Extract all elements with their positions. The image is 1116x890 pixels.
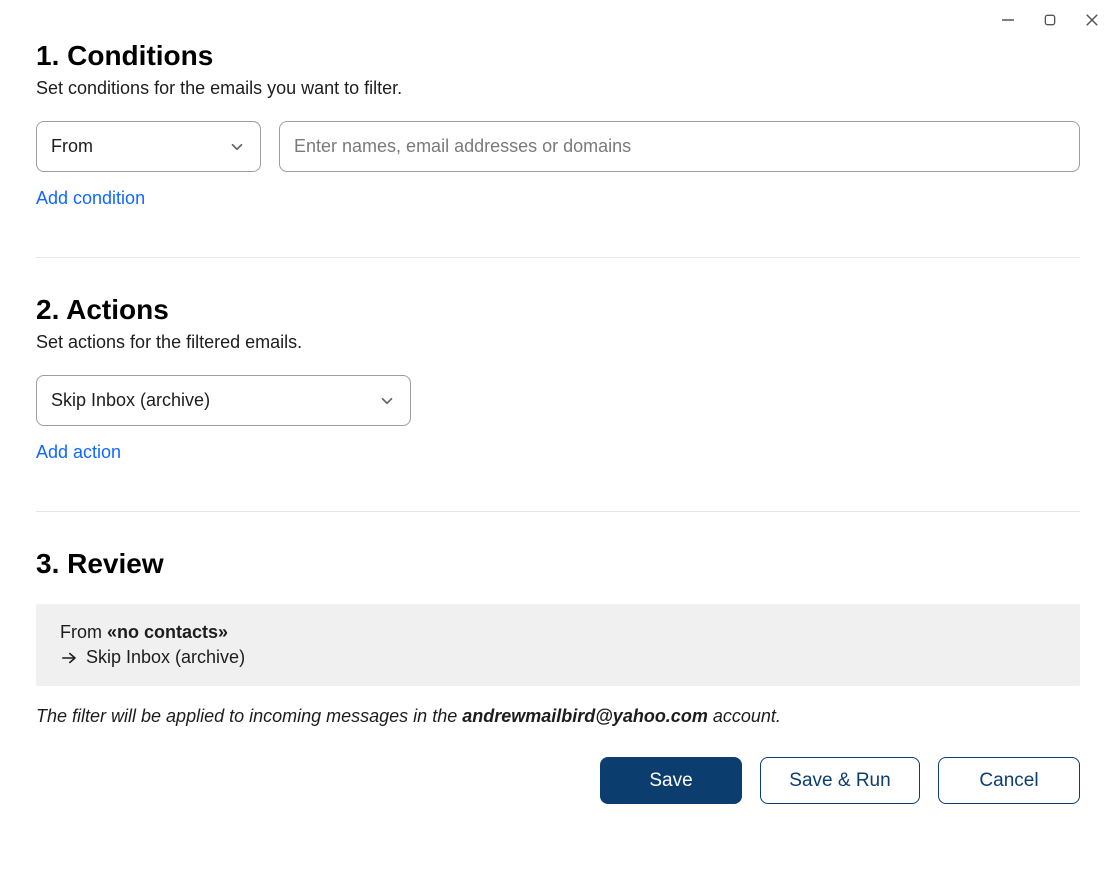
review-note: The filter will be applied to incoming m… (36, 706, 1080, 727)
actions-subtitle: Set actions for the filtered emails. (36, 332, 1080, 353)
minimize-icon (999, 11, 1017, 29)
actions-section: 2. Actions Set actions for the filtered … (36, 294, 1080, 463)
conditions-subtitle: Set conditions for the emails you want t… (36, 78, 1080, 99)
condition-value-input[interactable] (279, 121, 1080, 172)
maximize-button[interactable] (1038, 8, 1062, 32)
divider (36, 511, 1080, 512)
save-and-run-button[interactable]: Save & Run (760, 757, 920, 804)
add-condition-link[interactable]: Add condition (36, 188, 145, 209)
review-action-text: Skip Inbox (archive) (86, 647, 245, 668)
review-summary: From «no contacts» Skip Inbox (archive) (36, 604, 1080, 686)
review-section: 3. Review From «no contacts» Skip Inbox … (36, 548, 1080, 804)
maximize-icon (1042, 12, 1058, 28)
chevron-down-icon (378, 392, 396, 410)
action-select[interactable]: Skip Inbox (archive) (36, 375, 411, 426)
action-select-value: Skip Inbox (archive) (51, 390, 210, 411)
review-note-prefix: The filter will be applied to incoming m… (36, 706, 462, 726)
review-note-suffix: account. (708, 706, 781, 726)
condition-field-select[interactable]: From (36, 121, 261, 172)
condition-field-value: From (51, 136, 93, 157)
minimize-button[interactable] (996, 8, 1020, 32)
cancel-button[interactable]: Cancel (938, 757, 1080, 804)
review-condition-line: From «no contacts» (60, 622, 1056, 643)
close-button[interactable] (1080, 8, 1104, 32)
divider (36, 257, 1080, 258)
review-title: 3. Review (36, 548, 1080, 580)
add-action-link[interactable]: Add action (36, 442, 121, 463)
review-from-label: From (60, 622, 107, 642)
chevron-down-icon (228, 138, 246, 156)
save-button[interactable]: Save (600, 757, 742, 804)
review-from-value: «no contacts» (107, 622, 228, 642)
review-note-account: andrewmailbird@yahoo.com (462, 706, 708, 726)
arrow-right-icon (60, 649, 78, 667)
window-controls (996, 8, 1104, 32)
close-icon (1083, 11, 1101, 29)
actions-title: 2. Actions (36, 294, 1080, 326)
button-row: Save Save & Run Cancel (36, 757, 1080, 804)
review-action-line: Skip Inbox (archive) (60, 647, 1056, 668)
conditions-section: 1. Conditions Set conditions for the ema… (36, 40, 1080, 209)
conditions-title: 1. Conditions (36, 40, 1080, 72)
